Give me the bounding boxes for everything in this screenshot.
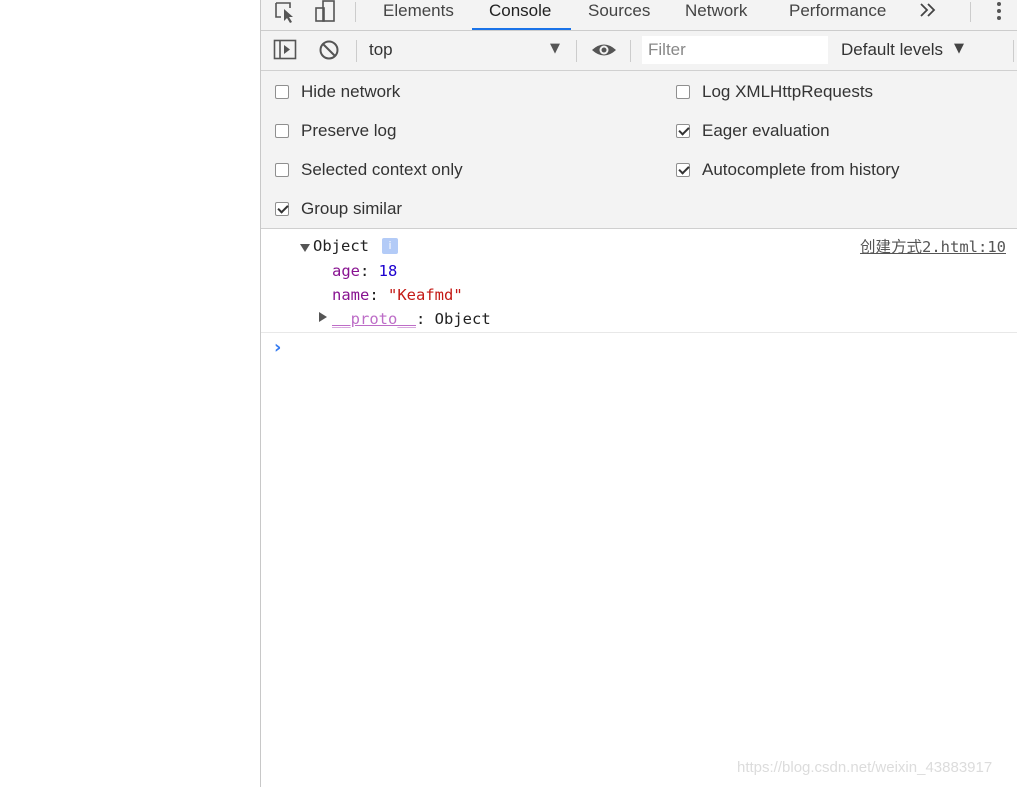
console-toolbar: top ▼ Default levels ▼ [261, 31, 1017, 71]
proto-value: Object [434, 310, 491, 328]
devtools-panel: Elements Console Sources Network Perform… [260, 0, 1017, 787]
inspect-element-icon[interactable] [273, 0, 299, 26]
source-link[interactable]: 创建方式2.html:10 [860, 235, 1006, 257]
setting-label: Eager evaluation [702, 121, 830, 140]
tab-performance[interactable]: Performance [789, 0, 886, 30]
toolbar-divider [1013, 40, 1014, 62]
preserve-log-checkbox[interactable] [275, 124, 289, 138]
levels-dropdown-icon[interactable]: ▼ [954, 41, 964, 56]
customize-menu-icon[interactable] [986, 0, 1012, 26]
setting-label: Group similar [301, 199, 403, 218]
eager-evaluation-checkbox[interactable] [676, 124, 690, 138]
context-dropdown-icon[interactable]: ▼ [550, 41, 560, 56]
live-expression-eye-icon[interactable] [591, 39, 617, 65]
tab-sources[interactable]: Sources [588, 0, 650, 30]
log-object-label[interactable]: Object [313, 237, 369, 255]
tab-elements[interactable]: Elements [383, 0, 454, 30]
console-prompt-icon[interactable]: › [274, 337, 281, 358]
setting-label: Hide network [301, 82, 401, 101]
tab-console[interactable]: Console [489, 0, 551, 30]
proto-property[interactable]: __proto__: Object [332, 310, 491, 328]
property-value: 18 [378, 262, 398, 280]
hide-network-checkbox[interactable] [275, 85, 289, 99]
inspected-page-area [0, 0, 260, 787]
log-levels-dropdown[interactable]: Default levels [841, 40, 943, 60]
watermark: https://blog.csdn.net/weixin_43883917 [737, 759, 993, 776]
device-toolbar-icon[interactable] [312, 0, 338, 26]
object-property: age: 18 [332, 262, 398, 280]
toolbar-divider [355, 2, 356, 22]
autocomplete-from-history-checkbox[interactable] [676, 163, 690, 177]
setting-label: Log XMLHttpRequests [702, 82, 874, 101]
object-property: name: "Keafmd" [332, 286, 463, 304]
toolbar-divider [356, 40, 357, 62]
group-similar-checkbox[interactable] [275, 202, 289, 216]
expand-triangle-icon[interactable] [300, 244, 310, 252]
property-key: age [332, 262, 360, 280]
property-value: "Keafmd" [388, 286, 463, 304]
setting-label: Autocomplete from history [702, 160, 900, 179]
proto-key: __proto__ [332, 310, 416, 328]
console-output: Object i 创建方式2.html:10 age: 18 name: "Ke… [261, 229, 1017, 787]
toolbar-divider [630, 40, 631, 62]
selected-context-only-checkbox[interactable] [275, 163, 289, 177]
message-divider [261, 332, 1017, 333]
clear-console-icon[interactable] [318, 39, 340, 65]
more-tabs-icon[interactable] [917, 0, 943, 26]
setting-label: Preserve log [301, 121, 397, 140]
console-settings-pane: Hide network Preserve log Selected conte… [261, 71, 1017, 229]
info-icon[interactable]: i [382, 238, 398, 254]
devtools-tabbar: Elements Console Sources Network Perform… [261, 0, 1017, 31]
filter-input[interactable] [642, 36, 828, 64]
setting-label: Selected context only [301, 160, 463, 179]
show-sidebar-icon[interactable] [273, 39, 297, 65]
context-selector[interactable]: top [369, 40, 393, 60]
toolbar-divider [576, 40, 577, 62]
property-key: name [332, 286, 370, 304]
tab-network[interactable]: Network [685, 0, 747, 30]
active-tab-indicator [472, 28, 571, 30]
toolbar-divider [970, 2, 971, 22]
log-xmlhttprequests-checkbox[interactable] [676, 85, 690, 99]
collapsed-triangle-icon[interactable] [319, 312, 327, 322]
